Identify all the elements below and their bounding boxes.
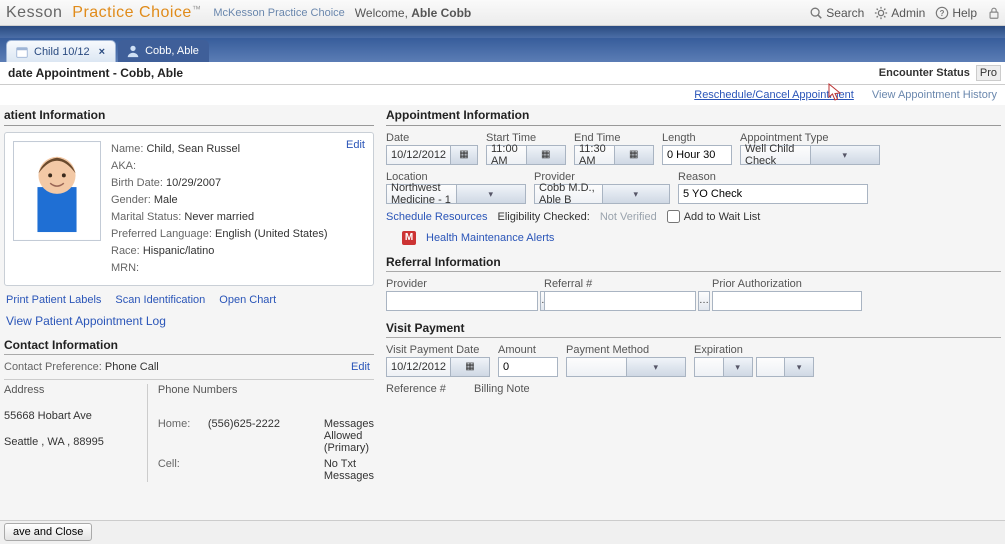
gear-icon xyxy=(874,6,888,20)
brand-logo: Kesson Practice Choice™ xyxy=(6,4,201,22)
amount-input[interactable] xyxy=(498,357,558,377)
browse-button[interactable]: … xyxy=(698,291,710,311)
eligibility-status: Not Verified xyxy=(600,211,657,223)
view-appointment-history-link[interactable]: View Appointment History xyxy=(872,89,997,101)
admin-link[interactable]: Admin xyxy=(874,6,925,20)
reason-input[interactable] xyxy=(678,184,868,204)
health-maintenance-alerts-link[interactable]: Health Maintenance Alerts xyxy=(426,232,554,244)
appt-date-input[interactable]: 10/12/2012▦ xyxy=(386,145,478,165)
alert-icon: M xyxy=(402,231,416,245)
save-and-close-button[interactable]: ave and Close xyxy=(4,523,92,541)
help-link[interactable]: ? Help xyxy=(935,6,977,20)
expiration-month-select[interactable] xyxy=(694,357,753,377)
page-title: date Appointment - Cobb, Able xyxy=(8,66,183,80)
close-icon[interactable]: × xyxy=(99,46,105,58)
end-time-input[interactable]: 11:30 AM▦ xyxy=(574,145,654,165)
cursor-icon xyxy=(828,83,844,103)
scan-identification-link[interactable]: Scan Identification xyxy=(115,294,205,306)
edit-patient-link[interactable]: Edit xyxy=(346,139,365,151)
payment-method-select[interactable] xyxy=(566,357,686,377)
chevron-down-icon[interactable] xyxy=(810,146,880,164)
search-link[interactable]: Search xyxy=(809,6,864,20)
address-line2: Seattle , WA , 88995 xyxy=(4,436,139,448)
patient-info-title: atient Information xyxy=(4,105,374,126)
expiration-year-select[interactable] xyxy=(756,357,815,377)
visit-payment-date-input[interactable]: 10/12/2012▦ xyxy=(386,357,490,377)
contact-preference: Phone Call xyxy=(105,361,159,373)
tab-patient[interactable]: Cobb, Able xyxy=(118,40,209,62)
encounter-status-label: Encounter Status xyxy=(879,67,970,79)
tab-child[interactable]: Child 10/12 × xyxy=(6,40,116,62)
chevron-down-icon[interactable] xyxy=(602,185,670,203)
appointment-info-title: Appointment Information xyxy=(386,105,1001,126)
contact-info-title: Contact Information xyxy=(4,338,374,355)
provider-select[interactable]: Cobb M.D., Able B xyxy=(534,184,670,204)
open-chart-link[interactable]: Open Chart xyxy=(219,294,276,306)
person-icon xyxy=(126,44,140,58)
calendar-icon[interactable]: ▦ xyxy=(526,146,566,164)
calendar-icon[interactable]: ▦ xyxy=(450,358,489,376)
chevron-down-icon[interactable] xyxy=(723,358,752,376)
patient-name: Child, Sean Russel xyxy=(146,143,240,155)
schedule-resources-link[interactable]: Schedule Resources xyxy=(386,211,488,223)
brand-sub: McKesson Practice Choice xyxy=(213,7,344,19)
length-input[interactable] xyxy=(662,145,732,165)
welcome: Welcome, Able Cobb xyxy=(355,6,471,20)
edit-contact-link[interactable]: Edit xyxy=(351,361,370,373)
calendar-icon xyxy=(15,45,29,59)
print-patient-labels-link[interactable]: Print Patient Labels xyxy=(6,294,101,306)
pro-badge[interactable]: Pro xyxy=(976,65,1001,81)
home-phone: (556)625-2222 xyxy=(208,418,316,454)
chevron-down-icon[interactable] xyxy=(456,185,526,203)
help-icon: ? xyxy=(935,6,949,20)
prior-authorization-input[interactable] xyxy=(712,291,862,311)
address-line1: 55668 Hobart Ave xyxy=(4,410,139,422)
add-to-waitlist-checkbox[interactable] xyxy=(667,210,680,223)
appointment-type-select[interactable]: Well Child Check xyxy=(740,145,880,165)
calendar-icon[interactable]: ▦ xyxy=(450,146,477,164)
calendar-icon[interactable]: ▦ xyxy=(614,146,654,164)
chevron-down-icon[interactable] xyxy=(626,358,686,376)
patient-photo xyxy=(13,141,101,241)
lock-icon[interactable] xyxy=(987,6,1001,20)
address-label: Address xyxy=(4,384,139,396)
referral-provider-input[interactable] xyxy=(386,291,538,311)
referral-number-input[interactable] xyxy=(544,291,696,311)
phone-numbers-label: Phone Numbers xyxy=(158,384,374,396)
visit-payment-title: Visit Payment xyxy=(386,321,1001,338)
patient-dob: 10/29/2007 xyxy=(166,177,221,189)
start-time-input[interactable]: 11:00 AM▦ xyxy=(486,145,566,165)
view-appointment-log-link[interactable]: View Patient Appointment Log xyxy=(6,314,166,328)
location-select[interactable]: Northwest Medicine - 1 xyxy=(386,184,526,204)
patient-info-box: Edit Name: Child, Sean Russel AKA: Birth… xyxy=(4,132,374,286)
search-icon xyxy=(809,6,823,20)
svg-text:?: ? xyxy=(940,9,945,18)
chevron-down-icon[interactable] xyxy=(784,358,813,376)
referral-info-title: Referral Information xyxy=(386,255,1001,272)
